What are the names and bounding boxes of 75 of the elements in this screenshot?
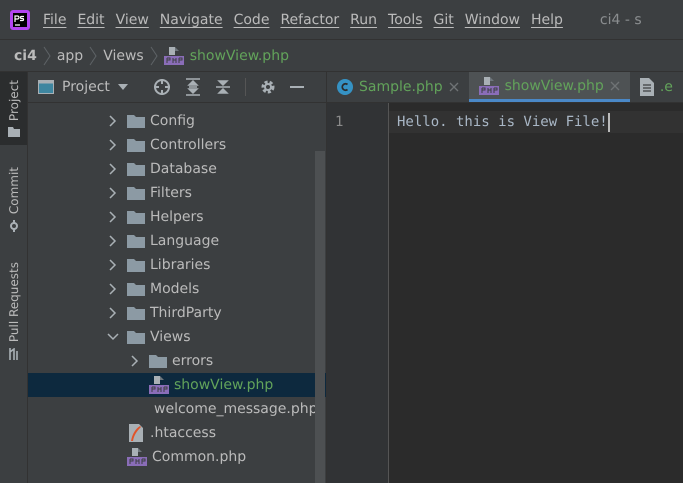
tree-item[interactable]: Database (28, 157, 314, 181)
tree-item[interactable]: Config (28, 109, 314, 133)
folder-icon (127, 330, 145, 344)
php-file-icon (127, 448, 147, 466)
folder-icon (8, 127, 20, 138)
pull-request-icon (8, 348, 20, 360)
code-line: Hello. this is View File! (397, 114, 608, 130)
breadcrumb-item[interactable]: app (56, 48, 84, 64)
folder-icon (127, 162, 145, 176)
tree-item[interactable]: .htaccess (28, 421, 314, 445)
menu-item[interactable]: Help (530, 12, 563, 28)
chevron-right-icon (150, 46, 158, 66)
menu-item[interactable]: Run (350, 12, 378, 28)
folder-icon (127, 306, 145, 320)
folder-icon (127, 114, 145, 128)
menu-item[interactable]: Refactor (280, 12, 340, 28)
tree-item[interactable]: showView.php (28, 373, 326, 397)
line-number: 1 (334, 113, 344, 132)
menu-item[interactable]: Window (464, 12, 520, 28)
tool-window-button[interactable]: Pull Requests (0, 254, 27, 368)
editor-tab[interactable]: Sample.php (327, 72, 469, 102)
tree-item[interactable]: Libraries (28, 253, 314, 277)
folder-icon (127, 234, 145, 248)
tree-item[interactable]: Common.php (28, 445, 314, 469)
feather-file-icon (127, 424, 145, 442)
scrollbar[interactable] (315, 151, 325, 483)
close-icon (448, 82, 459, 92)
view-selector[interactable]: Project (38, 79, 128, 95)
tree-item[interactable]: Views (28, 325, 314, 349)
breadcrumb-item[interactable]: showView.php (190, 48, 289, 64)
minimize-icon (290, 86, 304, 88)
php-file-icon (164, 46, 184, 64)
menu-item[interactable]: Tools (388, 12, 423, 28)
tree-item[interactable]: ThirdParty (28, 301, 314, 325)
window-title: ci4 - s (600, 12, 642, 28)
tree-item[interactable]: Controllers (28, 133, 314, 157)
folder-icon (149, 354, 167, 368)
tree-item[interactable]: Language (28, 229, 314, 253)
folder-icon (127, 186, 145, 200)
menu-item[interactable]: Git (434, 12, 454, 28)
commit-icon (8, 220, 20, 232)
tree-item[interactable]: Filters (28, 181, 314, 205)
php-file-icon (478, 76, 499, 94)
folder-icon (127, 258, 145, 272)
folder-icon (127, 282, 145, 296)
breadcrumb-item[interactable]: Views (103, 48, 144, 64)
chevron-right-icon (42, 46, 51, 66)
tree-item[interactable]: welcome_message.php (28, 397, 314, 421)
text-cursor (608, 112, 610, 132)
collapse-all-icon (214, 78, 231, 96)
app-logo-icon (10, 10, 30, 30)
caret-down-icon (118, 84, 128, 90)
tree-item[interactable]: Helpers (28, 205, 314, 229)
folder-icon (127, 210, 145, 224)
folder-icon (127, 138, 145, 152)
menu-item[interactable]: View (116, 12, 149, 28)
settings-icon (260, 79, 276, 95)
class-icon (337, 79, 353, 95)
tool-window-button[interactable]: Commit (0, 159, 27, 240)
close-icon (610, 80, 620, 90)
expand-all-icon (184, 78, 201, 96)
chevron-right-icon (89, 46, 98, 66)
menu-item[interactable]: Code (234, 12, 270, 28)
menu-item[interactable]: Edit (77, 12, 105, 28)
breadcrumb-item[interactable]: ci4 (14, 48, 37, 64)
crosshair-icon (152, 78, 171, 96)
window-icon (38, 80, 54, 94)
tree-item[interactable]: errors (28, 349, 314, 373)
editor-tab[interactable]: .e (630, 72, 683, 102)
tree-item[interactable]: Models (28, 277, 314, 301)
menu-item[interactable]: File (43, 12, 66, 28)
tool-window-button[interactable]: Project (0, 72, 27, 146)
text-file-icon (640, 78, 654, 96)
php-file-icon (149, 376, 169, 394)
menu-item[interactable]: Navigate (160, 12, 223, 28)
